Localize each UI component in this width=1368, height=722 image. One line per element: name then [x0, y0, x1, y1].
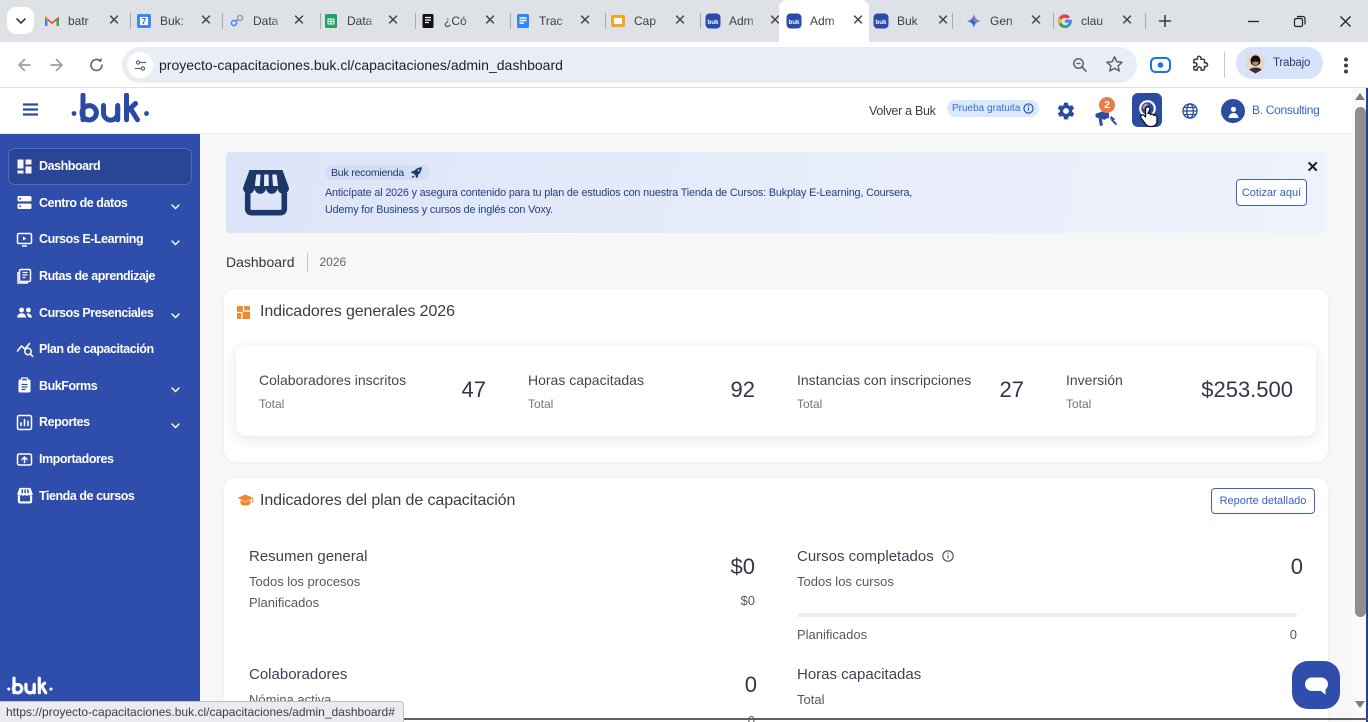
svg-text:buk: buk — [875, 19, 887, 26]
svg-text:7: 7 — [142, 17, 147, 26]
svg-text:buk: buk — [707, 19, 719, 26]
svg-text:buk: buk — [788, 19, 800, 26]
